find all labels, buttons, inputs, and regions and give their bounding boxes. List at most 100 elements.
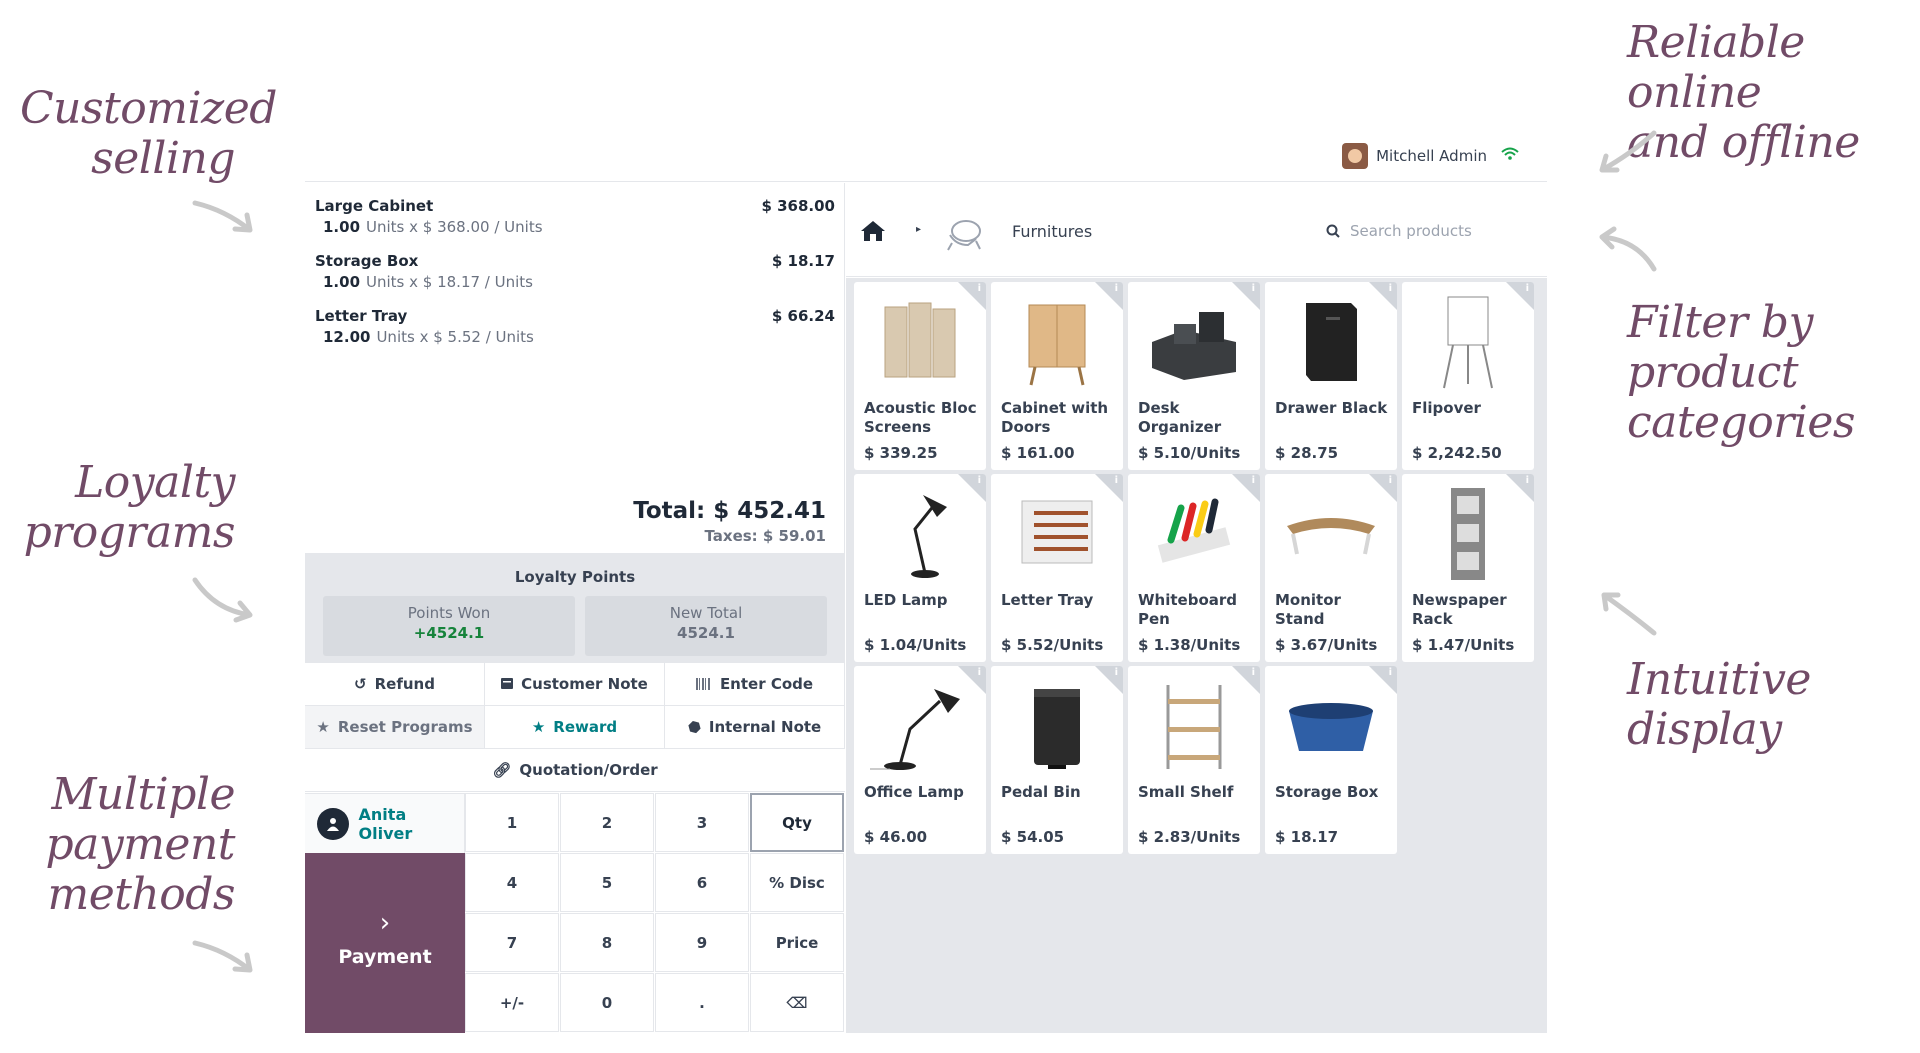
reset-programs-button[interactable]: ★ Reset Programs: [305, 706, 485, 749]
numpad-key[interactable]: 3: [655, 793, 749, 852]
product-info-icon[interactable]: [1506, 474, 1534, 502]
customer-note-button[interactable]: Customer Note: [485, 663, 665, 706]
product-info-icon[interactable]: [1232, 474, 1260, 502]
order-line-price: $ 18.17: [771, 252, 835, 270]
info-icon[interactable]: i: [1389, 475, 1392, 486]
product-card[interactable]: i LED Lamp $ 1.04/Units: [854, 474, 986, 662]
enter-code-button[interactable]: Enter Code: [665, 663, 845, 706]
product-info-icon[interactable]: [1369, 666, 1397, 694]
numpad-key[interactable]: Qty: [750, 793, 844, 852]
quotation-order-button[interactable]: 🔗︎ Quotation/Order: [305, 749, 845, 792]
product-info-icon[interactable]: [1369, 474, 1397, 502]
info-icon[interactable]: i: [1389, 667, 1392, 678]
product-name: Drawer Black: [1275, 399, 1388, 417]
product-info-icon[interactable]: [958, 474, 986, 502]
category-name[interactable]: Furnitures: [1012, 222, 1092, 241]
product-info-icon[interactable]: [1369, 282, 1397, 310]
home-icon[interactable]: [860, 220, 886, 242]
customer-button[interactable]: Anita Oliver: [305, 793, 465, 853]
pos-topbar: Mitchell Admin: [305, 140, 1547, 182]
product-info-icon[interactable]: [958, 282, 986, 310]
numpad-key[interactable]: 2: [560, 793, 654, 852]
product-card[interactable]: i Office Lamp $ 46.00: [854, 666, 986, 854]
info-icon[interactable]: i: [1252, 475, 1255, 486]
info-icon[interactable]: i: [978, 667, 981, 678]
info-icon[interactable]: i: [1252, 283, 1255, 294]
order-line-detail: Units x $ 5.52 / Units: [376, 328, 534, 346]
product-price: $ 3.67/Units: [1275, 636, 1378, 654]
annotation-intuitive: Intuitive display: [1627, 654, 1811, 755]
info-icon[interactable]: i: [1115, 667, 1118, 678]
product-info-icon[interactable]: [1095, 282, 1123, 310]
product-name: Pedal Bin: [1001, 783, 1081, 801]
internal-note-button[interactable]: ⬢ Internal Note: [665, 706, 845, 749]
info-icon[interactable]: i: [978, 475, 981, 486]
pos-window: Mitchell Admin Large Cabinet $ 368.00 1.…: [305, 140, 1547, 1033]
order-line-qty: 1.00: [323, 218, 361, 236]
info-icon[interactable]: i: [1526, 283, 1529, 294]
order-line-name: Storage Box: [315, 252, 419, 270]
product-card[interactable]: i Drawer Black $ 28.75: [1265, 282, 1397, 470]
product-card[interactable]: i Whiteboard Pen $ 1.38/Units: [1128, 474, 1260, 662]
info-icon[interactable]: i: [1115, 475, 1118, 486]
user-menu[interactable]: Mitchell Admin: [1342, 143, 1487, 169]
numpad-key[interactable]: 4: [465, 853, 559, 912]
numpad-key[interactable]: 0: [560, 973, 654, 1032]
search-field[interactable]: Search products: [1318, 213, 1528, 249]
product-card[interactable]: i Newspaper Rack $ 1.47/Units: [1402, 474, 1534, 662]
search-icon: [1326, 224, 1340, 238]
star-icon: ★: [531, 718, 546, 736]
numpad-key[interactable]: % Disc: [750, 853, 844, 912]
info-icon[interactable]: i: [1252, 667, 1255, 678]
barcode-icon: [695, 678, 710, 690]
order-line[interactable]: Large Cabinet $ 368.00 1.00 Units x $ 368…: [315, 197, 835, 236]
numpad-key[interactable]: 6: [655, 853, 749, 912]
product-price: $ 46.00: [864, 828, 928, 846]
order-line[interactable]: Storage Box $ 18.17 1.00 Units x $ 18.17 …: [315, 252, 835, 291]
product-card[interactable]: i Letter Tray $ 5.52/Units: [991, 474, 1123, 662]
numpad-key[interactable]: 5: [560, 853, 654, 912]
product-name: Storage Box: [1275, 783, 1379, 801]
numpad-key[interactable]: 7: [465, 913, 559, 972]
numpad-key[interactable]: .: [655, 973, 749, 1032]
payment-button[interactable]: › Payment: [305, 853, 465, 1033]
category-bar: ▸ Furnitures Search products: [846, 183, 1547, 277]
numpad-key[interactable]: ⌫: [750, 973, 844, 1032]
product-card[interactable]: i Small Shelf $ 2.83/Units: [1128, 666, 1260, 854]
reward-button[interactable]: ★ Reward: [485, 706, 665, 749]
order-line-price: $ 368.00: [761, 197, 835, 215]
numpad-key[interactable]: +/-: [465, 973, 559, 1032]
product-card[interactable]: i Acoustic Bloc Screens $ 339.25: [854, 282, 986, 470]
product-card[interactable]: i Cabinet with Doors $ 161.00: [991, 282, 1123, 470]
product-info-icon[interactable]: [1232, 666, 1260, 694]
info-icon[interactable]: i: [1526, 475, 1529, 486]
numpad-key[interactable]: 8: [560, 913, 654, 972]
numpad-key[interactable]: 9: [655, 913, 749, 972]
furniture-category-icon[interactable]: [942, 215, 986, 251]
product-grid: i Acoustic Bloc Screens $ 339.25 i Cabinet w…: [846, 278, 1547, 1033]
info-icon[interactable]: i: [1115, 283, 1118, 294]
numpad-key[interactable]: Price: [750, 913, 844, 972]
product-info-icon[interactable]: [958, 666, 986, 694]
product-info-icon[interactable]: [1506, 282, 1534, 310]
info-icon[interactable]: i: [978, 283, 981, 294]
product-info-icon[interactable]: [1232, 282, 1260, 310]
quotation-order-label: Quotation/Order: [519, 761, 658, 779]
product-card[interactable]: i Monitor Stand $ 3.67/Units: [1265, 474, 1397, 662]
numpad-key[interactable]: 1: [465, 793, 559, 852]
product-name: Letter Tray: [1001, 591, 1094, 609]
info-icon[interactable]: i: [1389, 283, 1392, 294]
order-line-detail: Units x $ 368.00 / Units: [366, 218, 543, 236]
product-info-icon[interactable]: [1095, 474, 1123, 502]
product-card[interactable]: i Flipover $ 2,242.50: [1402, 282, 1534, 470]
search-input[interactable]: Search products: [1350, 222, 1472, 240]
product-info-icon[interactable]: [1095, 666, 1123, 694]
product-card[interactable]: i Desk Organizer $ 5.10/Units: [1128, 282, 1260, 470]
wifi-icon[interactable]: [1501, 147, 1519, 161]
product-card[interactable]: i Pedal Bin $ 54.05: [991, 666, 1123, 854]
product-name: Cabinet with Doors: [1001, 399, 1109, 436]
product-card[interactable]: i Storage Box $ 18.17: [1265, 666, 1397, 854]
order-line[interactable]: Letter Tray $ 66.24 12.00 Units x $ 5.52 …: [315, 307, 835, 346]
annotation-arrow-icon: [1599, 226, 1657, 272]
refund-button[interactable]: ↺ Refund: [305, 663, 485, 706]
